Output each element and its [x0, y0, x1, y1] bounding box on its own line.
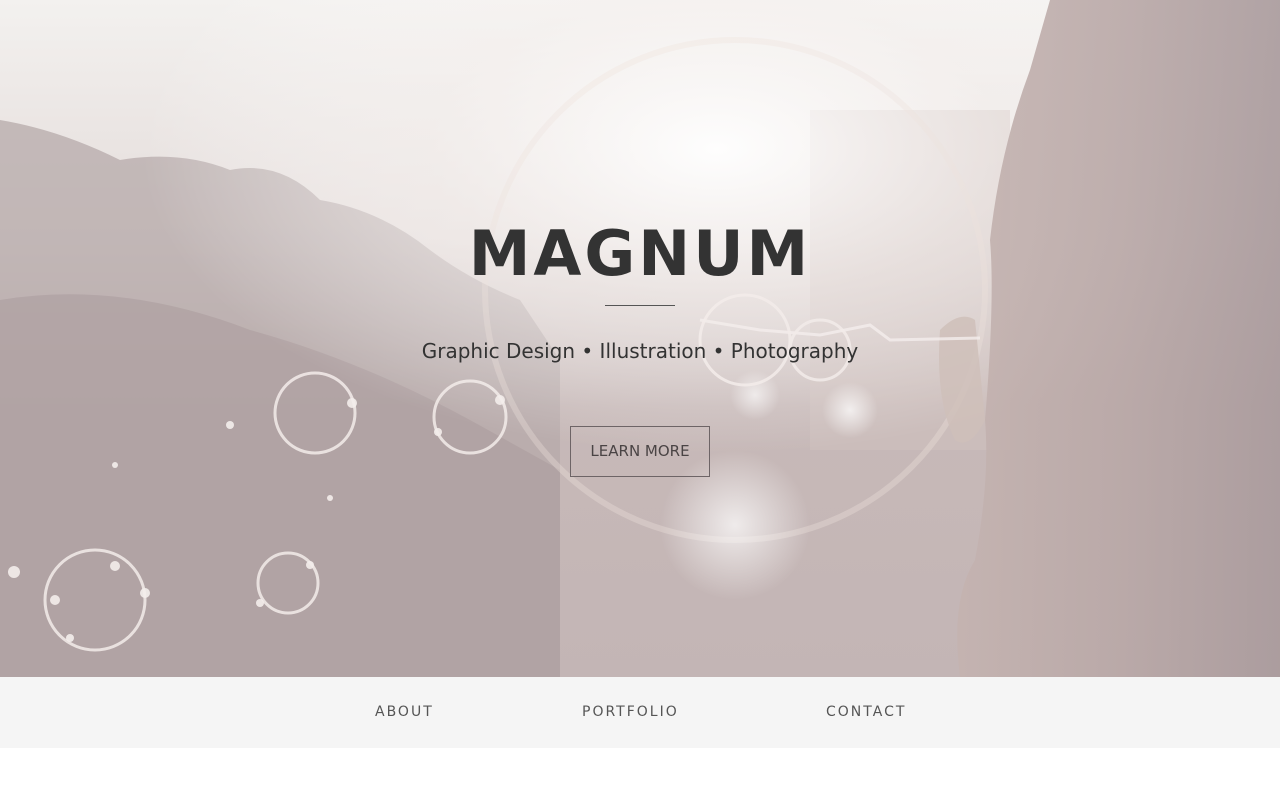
nav-item-portfolio[interactable]: PORTFOLIO — [582, 677, 679, 748]
main-navigation: ABOUT PORTFOLIO CONTACT — [0, 677, 1280, 748]
site-tagline: Graphic Design • Illustration • Photogra… — [421, 339, 859, 363]
nav-item-about[interactable]: ABOUT — [375, 677, 434, 748]
learn-more-button[interactable]: LEARN MORE — [570, 426, 710, 477]
hero-section: MAGNUM Graphic Design • Illustration • P… — [0, 0, 1280, 677]
nav-item-contact[interactable]: CONTACT — [826, 677, 906, 748]
title-divider — [605, 305, 675, 306]
hero-content: MAGNUM Graphic Design • Illustration • P… — [0, 0, 1280, 677]
site-title: MAGNUM — [468, 217, 812, 290]
